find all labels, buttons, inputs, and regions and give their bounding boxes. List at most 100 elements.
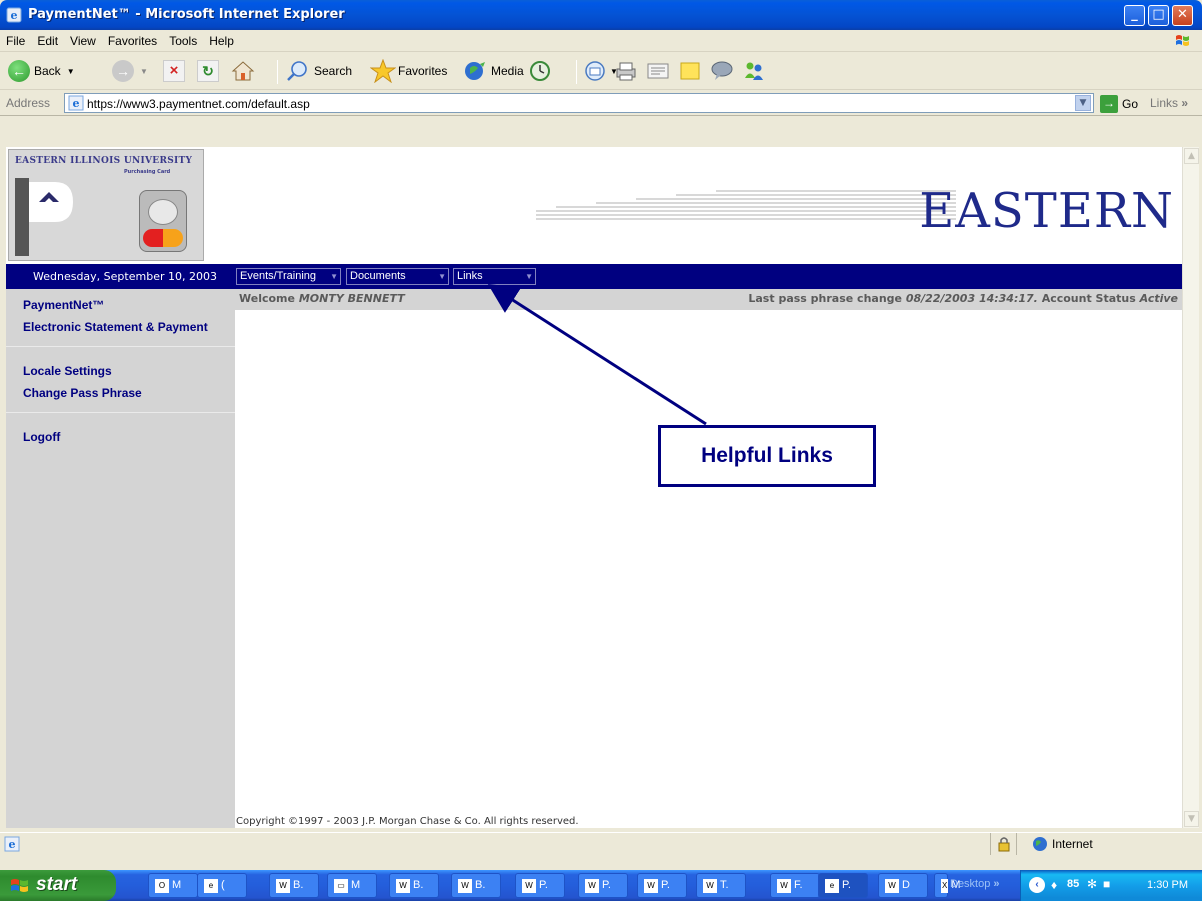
back-button[interactable]: ← Back ▼: [8, 58, 75, 84]
favorites-button[interactable]: Favorites: [370, 58, 447, 84]
taskbar-button[interactable]: W B.: [389, 873, 439, 898]
links-label: Links: [1150, 96, 1179, 110]
taskbar-app-icon: X: [941, 879, 949, 893]
address-dropdown-icon[interactable]: ▼: [1075, 95, 1091, 111]
scroll-up-icon[interactable]: ▲: [1184, 148, 1199, 164]
taskbar-button[interactable]: WD: [878, 873, 928, 898]
edit-button[interactable]: [646, 58, 670, 84]
menu-favorites[interactable]: Favorites: [102, 30, 163, 48]
media-button[interactable]: Media: [463, 58, 524, 84]
browser-window: e PaymentNet™ - Microsoft Internet Explo…: [0, 0, 1202, 901]
taskbar-button[interactable]: OM: [148, 873, 198, 898]
minimize-button[interactable]: _: [1124, 5, 1145, 26]
start-button[interactable]: start: [0, 870, 116, 901]
taskbar-app-icon: W: [585, 879, 599, 893]
taskbar-app-icon: W: [458, 879, 472, 893]
taskbar-button[interactable]: W B.: [269, 873, 319, 898]
taskbar-button[interactable]: W P.: [515, 873, 565, 898]
menu-file[interactable]: File: [0, 30, 31, 48]
tray-app-icon[interactable]: ♦: [1051, 878, 1057, 892]
search-button[interactable]: Search: [286, 58, 352, 84]
media-label: Media: [491, 64, 524, 78]
desktop-toolbar[interactable]: Desktop »: [950, 878, 1000, 890]
taskbar-button[interactable]: ▭ M: [327, 873, 377, 898]
toolbar: ← Back ▼ → ▼ × ↻ Search Favorites Media: [0, 52, 1202, 90]
tray-antivirus-icon[interactable]: 85: [1067, 878, 1079, 890]
tray-volume-icon[interactable]: ■: [1103, 877, 1110, 891]
taskbar-button-label: P.: [661, 879, 670, 891]
menu-bar: File Edit View Favorites Tools Help: [0, 30, 1202, 52]
eiu-purchasing-card-logo: EASTERN ILLINOIS UNIVERSITY Purchasing C…: [8, 149, 204, 261]
taskbar-button[interactable]: XM: [934, 873, 961, 898]
account-status-value: Active: [1139, 292, 1178, 305]
print-button[interactable]: [614, 58, 638, 84]
forward-arrow-icon: →: [112, 60, 134, 82]
note-button[interactable]: [678, 58, 702, 84]
maximize-button[interactable]: □: [1148, 5, 1169, 26]
address-input[interactable]: e https://www3.paymentnet.com/default.as…: [64, 93, 1094, 113]
close-button[interactable]: ✕: [1172, 5, 1193, 26]
clock[interactable]: 1:30 PM: [1147, 879, 1188, 891]
vertical-scrollbar[interactable]: ▲ ▼: [1182, 147, 1199, 828]
sidebar-item-locale[interactable]: Locale Settings: [23, 364, 112, 378]
messenger-button[interactable]: [742, 58, 766, 84]
taskbar-button-label: B.: [413, 879, 424, 891]
tray-network-icon[interactable]: ✻: [1087, 877, 1097, 891]
history-button[interactable]: [528, 58, 552, 84]
taskbar-button[interactable]: W P.: [578, 873, 628, 898]
desktop-label: Desktop: [950, 878, 991, 890]
go-button[interactable]: → Go: [1100, 95, 1138, 113]
taskbar-button[interactable]: W P.: [637, 873, 687, 898]
search-icon: [287, 61, 307, 81]
mail-button[interactable]: ▼: [584, 58, 618, 84]
sidebar-item-paymentnet[interactable]: PaymentNet™: [23, 298, 104, 312]
mail-icon: [585, 61, 605, 81]
taskbar-app-icon: e: [825, 879, 839, 893]
stop-icon: ×: [163, 60, 185, 82]
sidebar-item-statement[interactable]: Electronic Statement & Payment: [23, 320, 208, 334]
system-tray: ‹ ♦ 85 ✻ ■ 1:30 PM: [1020, 870, 1202, 901]
taskbar-button-label: (: [221, 879, 225, 891]
taskbar-button[interactable]: W T.: [696, 873, 746, 898]
links-toolbar[interactable]: Links »: [1150, 96, 1188, 110]
taskbar-button[interactable]: e(: [197, 873, 247, 898]
home-icon: [231, 61, 255, 81]
taskbar-app-icon: W: [522, 879, 536, 893]
svg-text:e: e: [11, 9, 18, 22]
taskbar-button-label: B.: [475, 879, 486, 891]
start-label: start: [36, 874, 78, 895]
menu-help[interactable]: Help: [203, 30, 240, 48]
nav-links[interactable]: Links ▼: [453, 268, 536, 285]
tray-collapse-icon[interactable]: ‹: [1029, 877, 1045, 893]
lock-icon: [998, 837, 1010, 852]
chevron-right-icon: »: [993, 878, 1000, 890]
taskbar-button[interactable]: W B.: [451, 873, 501, 898]
sidebar-item-logoff[interactable]: Logoff: [23, 430, 60, 444]
eastern-logo: EASTERN: [919, 183, 1174, 239]
menu-edit[interactable]: Edit: [31, 30, 64, 48]
home-button[interactable]: [231, 58, 255, 84]
search-label: Search: [314, 64, 353, 78]
refresh-button[interactable]: ↻: [197, 58, 219, 84]
taskbar-button-label: B.: [293, 879, 304, 891]
history-icon: [530, 61, 550, 81]
nav-documents[interactable]: Documents ▼: [346, 268, 449, 285]
big-p-icon: [15, 178, 73, 256]
forward-button[interactable]: → ▼: [112, 58, 148, 84]
discuss-button[interactable]: [710, 58, 734, 84]
scroll-down-icon[interactable]: ▼: [1184, 811, 1199, 827]
windows-logo-icon: [11, 879, 28, 892]
address-url: https://www3.paymentnet.com/default.asp: [87, 97, 310, 111]
globe-icon: [1033, 837, 1047, 851]
nav-events-training[interactable]: Events/Training ▼: [236, 268, 341, 285]
taskbar-button[interactable]: W F.: [770, 873, 820, 898]
taskbar-app-icon: W: [276, 879, 290, 893]
chat-bubble-icon: [711, 61, 733, 80]
taskbar-app-icon: W: [777, 879, 791, 893]
sidebar-item-pass-phrase[interactable]: Change Pass Phrase: [23, 386, 142, 400]
menu-tools[interactable]: Tools: [163, 30, 203, 48]
stop-button[interactable]: ×: [163, 58, 185, 84]
menu-view[interactable]: View: [64, 30, 102, 48]
taskbar-button[interactable]: e P.: [818, 873, 868, 898]
title-bar[interactable]: e PaymentNet™ - Microsoft Internet Explo…: [0, 0, 1202, 30]
